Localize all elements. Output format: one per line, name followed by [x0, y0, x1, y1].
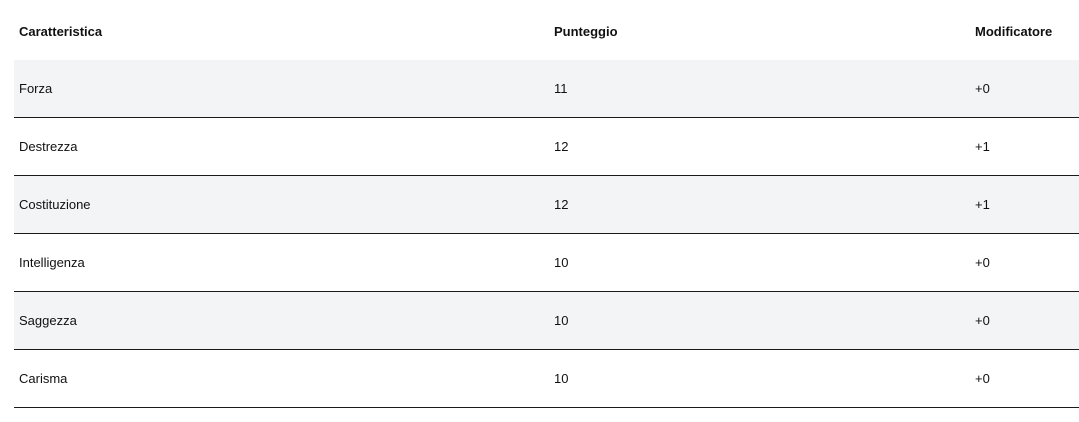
ability-modifier: +0 — [975, 313, 990, 328]
column-header-modificatore: Modificatore — [975, 24, 1053, 39]
ability-modifier: +1 — [975, 139, 990, 154]
table-row: Carisma 10 +0 — [14, 350, 1079, 408]
column-header-caratteristica: Caratteristica — [19, 24, 103, 39]
ability-modifier: +1 — [975, 197, 990, 212]
table-row: Costituzione 12 +1 — [14, 176, 1079, 234]
ability-score: 12 — [554, 197, 569, 212]
table-row: Intelligenza 10 +0 — [14, 234, 1079, 292]
ability-modifier: +0 — [975, 371, 990, 386]
ability-score: 12 — [554, 139, 569, 154]
ability-name: Forza — [19, 81, 53, 96]
ability-modifier: +0 — [975, 81, 990, 96]
ability-scores-table: Caratteristica Punteggio Modificatore Fo… — [14, 3, 1079, 408]
ability-name: Saggezza — [19, 313, 77, 328]
column-header-punteggio: Punteggio — [554, 24, 618, 39]
ability-score: 10 — [554, 255, 569, 270]
table-header-row: Caratteristica Punteggio Modificatore — [14, 3, 1079, 60]
ability-score: 11 — [554, 81, 568, 96]
ability-modifier: +0 — [975, 255, 990, 270]
table-row: Saggezza 10 +0 — [14, 292, 1079, 350]
ability-name: Carisma — [19, 371, 68, 386]
table-row: Forza 11 +0 — [14, 60, 1079, 118]
ability-score: 10 — [554, 371, 569, 386]
table-row: Destrezza 12 +1 — [14, 118, 1079, 176]
ability-score: 10 — [554, 313, 569, 328]
ability-name: Costituzione — [19, 197, 91, 212]
ability-name: Intelligenza — [19, 255, 85, 270]
ability-name: Destrezza — [19, 139, 78, 154]
